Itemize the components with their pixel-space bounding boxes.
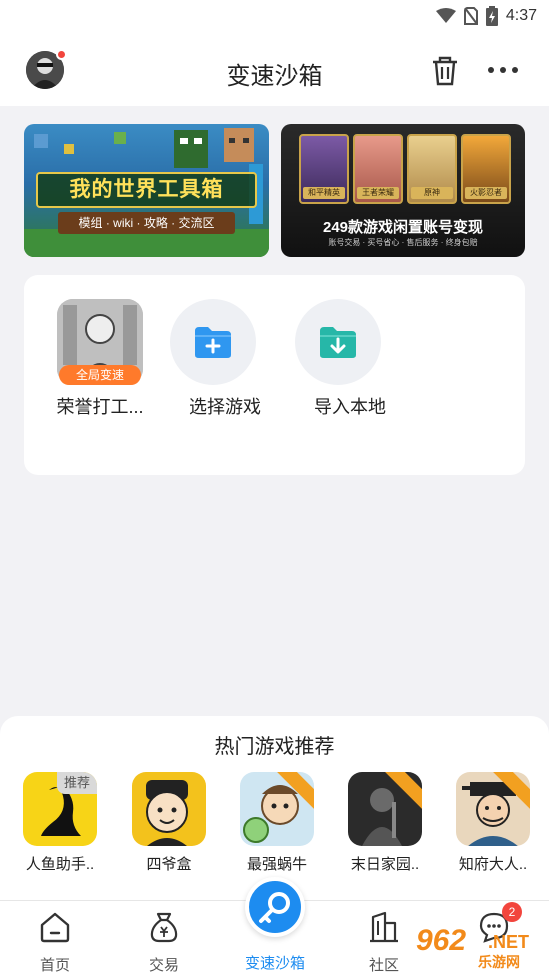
select-game-button[interactable]: 选择游戏: [170, 299, 280, 419]
trash-button[interactable]: [428, 54, 462, 88]
more-dots-icon: [488, 67, 518, 73]
game-icon: [348, 772, 422, 846]
select-game-icon-wrap: [170, 299, 256, 385]
folder-add-icon: [195, 327, 231, 358]
game-icon: [240, 772, 314, 846]
minecraft-banner-subtitle: 模组 · wiki · 攻略 · 交流区: [58, 212, 235, 234]
game-card: 王者荣耀: [353, 134, 403, 204]
hot-game-item[interactable]: 末日家园..: [338, 772, 432, 874]
watermark-number: 962: [416, 924, 467, 957]
more-button[interactable]: [486, 62, 520, 78]
app-label: 导入本地: [314, 397, 386, 417]
nav-community[interactable]: 社区: [349, 911, 419, 975]
wifi-icon: [435, 8, 456, 23]
trash-icon: [433, 56, 457, 86]
game-card-label: 原神: [411, 187, 453, 199]
no-sim-icon: [463, 7, 478, 25]
nav-sandbox-button[interactable]: [245, 877, 305, 937]
game-card: 火影忍者: [461, 134, 511, 204]
key-icon: [259, 892, 290, 923]
site-watermark: 962 .NET 乐游网: [410, 922, 546, 972]
minecraft-toolbox-banner[interactable]: 我的世界工具箱 模组 · wiki · 攻略 · 交流区: [24, 124, 269, 257]
import-local-button[interactable]: 导入本地: [295, 299, 405, 419]
hot-games-title: 热门游戏推荐: [214, 736, 335, 758]
game-label: 人鱼助手..: [25, 856, 95, 873]
money-bag-icon: [150, 912, 178, 943]
building-icon: [370, 911, 398, 943]
status-bar: 4:37: [0, 0, 549, 34]
hot-game-item[interactable]: 知府大人..: [446, 772, 540, 874]
account-trade-banner[interactable]: 和平精英 王者荣耀 原神 火影忍者 249款游戏闲置账号变现 账号交易 · 买号…: [281, 124, 525, 257]
game-icon: [132, 772, 206, 846]
watermark-net: .NET: [488, 932, 530, 952]
game-label: 末日家园..: [350, 856, 420, 873]
sandbox-app-card: 全局变速 荣誉打工... 选择游戏 导入本地: [24, 275, 525, 475]
game-card-label: 和平精英: [303, 187, 345, 199]
app-icon-wrap: 全局变速: [57, 299, 143, 385]
home-icon: [40, 912, 70, 943]
app-item-rongyu[interactable]: 全局变速 荣誉打工...: [45, 299, 155, 419]
game-card-label: 火影忍者: [465, 187, 507, 199]
minecraft-banner-title: 我的世界工具箱: [36, 172, 257, 208]
game-icon: [456, 772, 530, 846]
nav-sandbox-label: 变速沙箱: [244, 955, 305, 972]
game-label: 知府大人..: [458, 856, 528, 873]
game-label: 最强蜗牛: [246, 856, 307, 873]
account-banner-title: 249款游戏闲置账号变现: [322, 219, 484, 236]
game-label: 四爷盒: [146, 856, 192, 873]
message-badge: 2: [502, 902, 522, 922]
status-time: 4:37: [505, 7, 537, 24]
app-header: 变速沙箱: [0, 34, 549, 106]
game-icon: 推荐: [23, 772, 97, 846]
game-card-label: 王者荣耀: [357, 187, 399, 199]
nav-label: 社区: [368, 957, 399, 974]
app-label: 选择游戏: [189, 397, 261, 417]
game-card: 和平精英: [299, 134, 349, 204]
nav-trade[interactable]: 交易: [129, 911, 199, 975]
hot-game-item[interactable]: 推荐 人鱼助手..: [13, 772, 107, 874]
folder-download-icon: [320, 327, 356, 358]
game-card-row: 和平精英 王者荣耀 原神 火影忍者: [299, 134, 511, 204]
account-banner-subtitle: 账号交易 · 买号省心 · 售后服务 · 终身包赔: [328, 238, 478, 247]
nav-home[interactable]: 首页: [20, 911, 90, 975]
hot-game-item[interactable]: 最强蜗牛: [230, 772, 324, 874]
game-card: 原神: [407, 134, 457, 204]
siyehe-art: [146, 780, 188, 846]
hot-game-item[interactable]: 四爷盒: [122, 772, 216, 874]
import-local-icon-wrap: [295, 299, 381, 385]
recommend-tag: 推荐: [57, 772, 97, 794]
status-icons: 4:37: [435, 6, 537, 26]
battery-icon: [485, 6, 498, 26]
page-title: 变速沙箱: [226, 63, 323, 90]
watermark-subtitle: 乐游网: [478, 954, 520, 970]
nav-label: 首页: [39, 957, 70, 974]
speed-badge: 全局变速: [59, 365, 141, 385]
app-label: 荣誉打工...: [56, 397, 144, 417]
nav-label: 交易: [148, 957, 179, 974]
